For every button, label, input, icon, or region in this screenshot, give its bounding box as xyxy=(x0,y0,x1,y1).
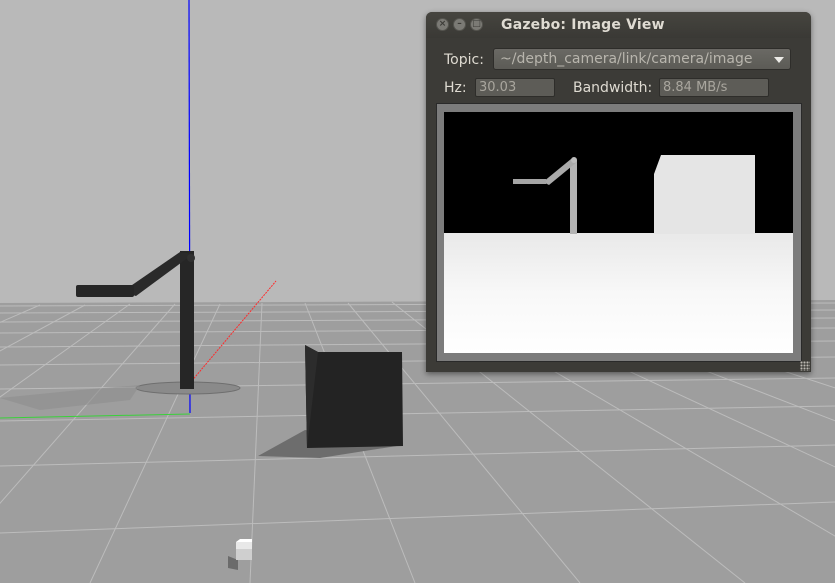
depth-image xyxy=(444,112,793,353)
image-display-frame xyxy=(436,103,802,362)
maximize-icon: □ xyxy=(472,19,481,29)
image-view-window[interactable]: × – □ Gazebo: Image View Topic: ~/depth_… xyxy=(426,12,811,372)
bandwidth-label: Bandwidth: xyxy=(573,80,653,96)
minimize-icon: – xyxy=(457,19,462,29)
hz-label: Hz: xyxy=(444,80,467,96)
maximize-window-button[interactable]: □ xyxy=(470,18,483,31)
close-window-button[interactable]: × xyxy=(436,18,449,31)
resize-grip[interactable] xyxy=(800,361,810,371)
bandwidth-readout: 8.84 MB/s xyxy=(659,78,769,97)
box-model[interactable] xyxy=(305,345,403,448)
hz-readout: 30.03 xyxy=(475,78,555,97)
topic-label: Topic: xyxy=(444,52,484,68)
chevron-down-icon xyxy=(774,57,784,63)
topic-value: ~/depth_camera/link/camera/image xyxy=(500,51,753,67)
minimize-window-button[interactable]: – xyxy=(453,18,466,31)
close-icon: × xyxy=(438,19,447,29)
topic-dropdown[interactable]: ~/depth_camera/link/camera/image xyxy=(493,48,791,70)
window-title: Gazebo: Image View xyxy=(501,17,665,33)
window-titlebar[interactable]: × – □ Gazebo: Image View xyxy=(426,12,811,38)
